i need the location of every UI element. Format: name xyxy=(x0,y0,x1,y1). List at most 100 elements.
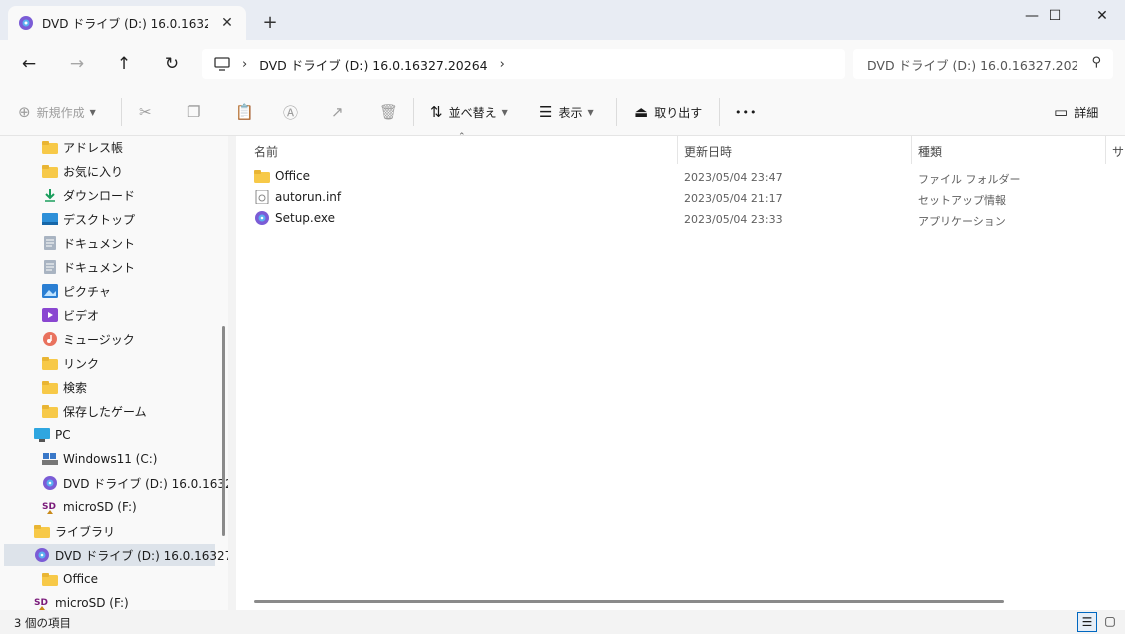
rename-button[interactable]: Ⓐ xyxy=(283,100,304,124)
new-tab-button[interactable]: + xyxy=(258,12,282,36)
dvd-icon xyxy=(43,476,57,490)
sidebar-item[interactable]: ミュージック xyxy=(42,328,135,350)
new-label: 新規作成 xyxy=(36,105,85,120)
sidebar-item[interactable]: PC xyxy=(34,424,71,446)
sidebar-item[interactable]: ビデオ xyxy=(42,304,99,326)
sidebar-item[interactable]: ドキュメント xyxy=(42,256,135,278)
maximize-button[interactable]: ☐ xyxy=(1032,0,1078,32)
more-button[interactable]: ••• xyxy=(735,100,757,124)
horizontal-scrollbar[interactable] xyxy=(254,600,1004,603)
sidebar-item[interactable]: アドレス帳 xyxy=(42,136,123,158)
share-button[interactable]: ↗ xyxy=(331,100,350,124)
search-icon[interactable]: ⚲ xyxy=(1091,55,1101,70)
table-row[interactable]: Office 2023/05/04 23:47 ファイル フォルダー xyxy=(250,167,1110,188)
sidebar-item-label: ピクチャ xyxy=(63,284,111,299)
sort-button[interactable]: ⇅ 並べ替え ▼ xyxy=(430,100,508,124)
tiles-view-icon: ▢ xyxy=(1104,614,1116,628)
divider xyxy=(616,98,617,126)
close-window-button[interactable]: ✕ xyxy=(1079,0,1125,32)
clipboard-icon: 📋 xyxy=(235,103,254,121)
sidebar-item-label: Office xyxy=(63,572,99,586)
sidebar-item[interactable]: リンク xyxy=(42,352,99,374)
sidebar-item-label: お気に入り xyxy=(63,164,124,179)
tab-current[interactable]: DVD ドライブ (D:) 16.0.16327.2026 ✕ xyxy=(8,6,246,40)
delete-button[interactable]: 🗑 xyxy=(379,100,404,124)
view-label: 表示 xyxy=(558,105,583,120)
file-name-cell[interactable]: Setup.exe xyxy=(254,211,335,225)
breadcrumb-location[interactable]: DVD ドライブ (D:) 16.0.16327.20264 xyxy=(259,55,487,74)
column-header-date[interactable]: 更新日時 xyxy=(684,140,732,164)
sidebar-item[interactable]: ライブラリ xyxy=(34,520,115,542)
refresh-button[interactable]: ↻ xyxy=(157,50,187,78)
sidebar-scrollbar[interactable] xyxy=(222,326,225,536)
sidebar-item-label: アドレス帳 xyxy=(63,140,124,155)
sidebar-item-label: PC xyxy=(55,428,71,442)
view-button[interactable]: ☰ 表示 ▼ xyxy=(539,100,594,124)
sidebar-item[interactable]: ピクチャ xyxy=(42,280,111,302)
file-name: Office xyxy=(275,169,311,183)
eject-label: 取り出す xyxy=(654,105,703,120)
sidebar-item-label: 検索 xyxy=(63,380,88,395)
column-divider[interactable] xyxy=(1105,136,1106,164)
column-header-type[interactable]: 種類 xyxy=(918,140,942,164)
sidebar-item-label: DVD ドライブ (D:) 16.0.16327.2026 xyxy=(55,548,228,563)
eject-button[interactable]: ⏏ 取り出す xyxy=(634,100,702,124)
sidebar-item[interactable]: お気に入り xyxy=(42,160,123,182)
cut-button[interactable]: ✂ xyxy=(139,100,158,124)
sidebar-item[interactable]: 保存したゲーム xyxy=(42,400,147,422)
command-bar: ⊕ 新規作成 ▼ ✂ ❐ 📋 Ⓐ ↗ 🗑 ⇅ 並べ替え ▼ ☰ 表示 ▼ ⏏ 取… xyxy=(0,88,1125,136)
pc-icon xyxy=(34,428,50,442)
sd-icon: SD xyxy=(34,598,48,610)
folder-icon xyxy=(42,141,58,154)
sidebar-item[interactable]: デスクトップ xyxy=(42,208,135,230)
folder-icon xyxy=(42,573,58,586)
up-button[interactable]: ↑ xyxy=(109,50,139,78)
back-button[interactable]: ← xyxy=(14,50,44,78)
details-pane-button[interactable]: ▭ 詳細 xyxy=(1054,100,1098,124)
sidebar-item[interactable]: DVD ドライブ (D:) 16.0.16327.2026 xyxy=(4,544,228,566)
sidebar-item[interactable]: DVD ドライブ (D:) 16.0.16327.2026 xyxy=(42,472,228,494)
chevron-right-icon[interactable]: › xyxy=(500,57,505,72)
sidebar-item[interactable]: SD microSD (F:) xyxy=(42,496,137,518)
copy-button[interactable]: ❐ xyxy=(187,100,206,124)
column-header-size[interactable]: サ xyxy=(1112,140,1124,164)
dvd-office-icon xyxy=(19,16,33,30)
status-bar: 3 個の項目 ☰ ▢ xyxy=(0,610,1125,634)
sidebar-item-label: リンク xyxy=(63,356,100,371)
details-view-button[interactable]: ☰ xyxy=(1077,612,1097,632)
large-icons-view-button[interactable]: ▢ xyxy=(1100,612,1120,632)
search-input[interactable]: DVD ドライブ (D:) 16.0.16327.2026 ⚲ xyxy=(853,49,1113,79)
document-icon xyxy=(44,260,56,274)
sidebar-item[interactable]: 検索 xyxy=(42,376,87,398)
sidebar-item[interactable]: SD microSD (F:) xyxy=(34,592,129,610)
file-name-cell[interactable]: autorun.inf xyxy=(254,190,341,204)
sidebar-item[interactable]: Windows11 (C:) xyxy=(42,448,157,470)
list-view-icon: ☰ xyxy=(1081,615,1093,629)
sd-icon: SD xyxy=(42,502,56,514)
sidebar-item[interactable]: ドキュメント xyxy=(42,232,135,254)
sidebar-item-label: ドキュメント xyxy=(63,236,136,251)
address-bar[interactable]: › DVD ドライブ (D:) 16.0.16327.20264 › xyxy=(202,49,845,79)
chevron-right-icon[interactable]: › xyxy=(242,57,247,72)
forward-button[interactable]: → xyxy=(62,50,92,78)
new-button[interactable]: ⊕ 新規作成 ▼ xyxy=(18,100,96,124)
sidebar-item-label: DVD ドライブ (D:) 16.0.16327.2026 xyxy=(63,476,228,491)
paste-button[interactable]: 📋 xyxy=(235,100,260,124)
address-row: ← → ↑ ↻ › DVD ドライブ (D:) 16.0.16327.20264… xyxy=(0,40,1125,88)
sidebar-item[interactable]: Office xyxy=(42,568,98,590)
svg-text:SD: SD xyxy=(42,502,56,512)
sort-icon: ⇅ xyxy=(430,103,443,121)
folder-icon xyxy=(42,357,58,370)
table-row[interactable]: Setup.exe 2023/05/04 23:33 アプリケーション xyxy=(250,209,1110,230)
svg-text:SD: SD xyxy=(34,598,48,608)
table-row[interactable]: autorun.inf 2023/05/04 21:17 セットアップ情報 xyxy=(250,188,1110,209)
share-icon: ↗ xyxy=(331,103,344,121)
file-date: 2023/05/04 21:17 xyxy=(684,192,783,205)
sidebar-item[interactable]: ダウンロード xyxy=(42,184,135,206)
column-header-name[interactable]: 名前 xyxy=(254,140,278,164)
column-divider[interactable] xyxy=(911,136,912,164)
close-tab-icon[interactable]: ✕ xyxy=(218,14,236,32)
column-divider[interactable] xyxy=(677,136,678,164)
file-name-cell[interactable]: Office xyxy=(254,169,310,183)
inf-icon xyxy=(255,190,269,204)
